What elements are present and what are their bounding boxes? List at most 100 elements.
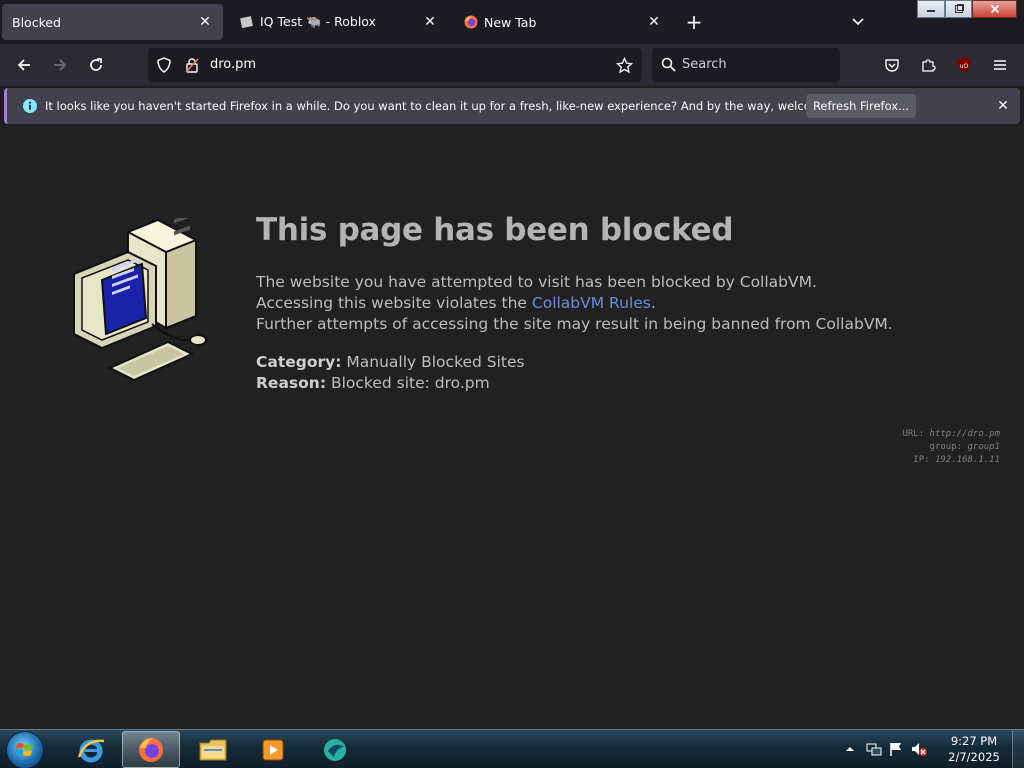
debug-group-value: group1: [967, 442, 1000, 452]
tab-title: New Tab: [484, 14, 537, 30]
start-button[interactable]: [6, 731, 44, 768]
search-icon: [661, 57, 676, 72]
close-notification-icon[interactable]: ✕: [994, 97, 1012, 115]
page-title: This page has been blocked: [256, 212, 734, 248]
tab-title: IQ Test 🐃 - Roblox: [260, 14, 376, 29]
app-icon: [324, 738, 346, 761]
chevron-down-icon: [852, 18, 864, 26]
address-bar[interactable]: dro.pm: [148, 48, 642, 82]
explanation-line-2: Accessing this website violates the Coll…: [256, 293, 893, 314]
reload-button[interactable]: [83, 52, 109, 78]
info-icon: [23, 99, 37, 113]
debug-group-label: group:: [929, 442, 968, 452]
computer-illustration: [73, 218, 207, 382]
clock-date: 2/7/2025: [948, 750, 1000, 764]
ublock-origin-icon: uO: [957, 57, 971, 73]
action-center-flag-icon[interactable]: [888, 741, 904, 757]
search-placeholder: Search: [682, 57, 727, 72]
tab-new-tab[interactable]: New Tab ✕: [454, 4, 672, 40]
folder-icon: [199, 739, 227, 760]
minimize-icon: [927, 10, 935, 12]
taskbar-file-explorer[interactable]: [184, 731, 242, 768]
debug-ip-label: IP:: [913, 455, 935, 465]
explanation-line-2-suffix: .: [650, 294, 656, 312]
internet-explorer-icon: [77, 739, 105, 762]
windows-logo-icon: [15, 743, 33, 756]
reason-value: Blocked site: dro.pm: [330, 374, 490, 392]
debug-ip-row: IP: 192.168.1.11: [902, 454, 1000, 467]
reason-row: Reason: Blocked site: dro.pm: [256, 373, 525, 394]
debug-info: URL: http://dro.pm group: group1 IP: 192…: [902, 428, 1000, 467]
network-icon[interactable]: [866, 741, 882, 757]
taskbar-app[interactable]: [306, 731, 364, 768]
explanation-line-2-prefix: Accessing this website violates the: [256, 294, 532, 312]
new-tab-button[interactable]: +: [682, 10, 706, 34]
notification-bar: It looks like you haven't started Firefo…: [4, 88, 1020, 124]
debug-ip-value: 192.168.1.11: [934, 455, 1000, 465]
tab-title: Blocked: [12, 14, 61, 30]
taskbar-clock[interactable]: 9:27 PM 2/7/2025: [942, 733, 1006, 765]
category-row: Category: Manually Blocked Sites: [256, 352, 525, 373]
extensions-button[interactable]: [915, 52, 941, 78]
list-all-tabs-button[interactable]: [846, 10, 870, 34]
search-bar[interactable]: Search: [652, 48, 840, 82]
media-player-icon: [262, 739, 284, 760]
explanation-line-3: Further attempts of accessing the site m…: [256, 315, 893, 333]
maximize-button[interactable]: [945, 0, 972, 18]
collabvm-rules-link[interactable]: CollabVM Rules: [532, 294, 651, 312]
svg-text:uO: uO: [960, 63, 969, 70]
show-hidden-icons-icon[interactable]: [844, 743, 856, 755]
refresh-firefox-button[interactable]: Refresh Firefox...: [806, 94, 916, 118]
close-window-button[interactable]: [972, 0, 1017, 18]
screen: Blocked ✕ IQ Test 🐃 - Roblox ✕ New Tab ✕…: [0, 0, 1024, 768]
system-tray: [844, 730, 928, 768]
forward-button[interactable]: [47, 52, 73, 78]
arrow-right-icon: [54, 59, 67, 71]
tab-strip: Blocked ✕ IQ Test 🐃 - Roblox ✕ New Tab ✕…: [0, 0, 1024, 44]
window-controls: [917, 0, 1017, 18]
category-label: Category:: [256, 353, 342, 371]
hamburger-menu-icon: [994, 60, 1006, 70]
clock-time: 9:27 PM: [950, 734, 998, 748]
volume-muted-icon[interactable]: [910, 741, 928, 757]
page-icon: [240, 16, 253, 29]
star-icon[interactable]: [616, 57, 633, 74]
show-desktop-button[interactable]: [1012, 730, 1024, 768]
reason-label: Reason:: [256, 374, 327, 392]
close-tab-icon[interactable]: ✕: [197, 14, 213, 30]
pocket-icon: [885, 59, 899, 72]
firefox-icon: [464, 15, 478, 29]
notification-message: It looks like you haven't started Firefo…: [45, 99, 865, 113]
arrow-left-icon: [17, 59, 30, 71]
debug-url-row: URL: http://dro.pm: [902, 428, 1000, 441]
category-value: Manually Blocked Sites: [346, 353, 525, 371]
taskbar-firefox[interactable]: [122, 731, 180, 768]
navigation-toolbar: dro.pm Search uO: [0, 44, 1024, 86]
ublock-button[interactable]: uO: [951, 52, 977, 78]
url-text: dro.pm: [210, 57, 257, 72]
explanation-line-1: The website you have attempted to visit …: [256, 273, 817, 291]
minimize-button[interactable]: [917, 0, 945, 18]
taskbar: 9:27 PM 2/7/2025: [0, 729, 1024, 768]
tab-roblox[interactable]: IQ Test 🐃 - Roblox ✕: [230, 4, 448, 40]
debug-url-label: URL:: [902, 429, 930, 439]
pocket-button[interactable]: [879, 52, 905, 78]
debug-group-row: group: group1: [902, 441, 1000, 454]
debug-url-value: http://dro.pm: [929, 429, 1000, 439]
shield-icon[interactable]: [156, 57, 172, 73]
maximize-icon: [954, 4, 964, 13]
tab-blocked[interactable]: Blocked ✕: [2, 4, 223, 40]
block-explanation: The website you have attempted to visit …: [256, 272, 893, 335]
page-content: This page has been blocked The website y…: [0, 126, 1024, 729]
taskbar-internet-explorer[interactable]: [62, 731, 120, 768]
close-icon: [990, 4, 999, 14]
block-details: Category: Manually Blocked Sites Reason:…: [256, 352, 525, 394]
app-menu-button[interactable]: [987, 52, 1013, 78]
lock-warning-icon[interactable]: [184, 57, 200, 73]
close-tab-icon[interactable]: ✕: [646, 14, 662, 30]
close-tab-icon[interactable]: ✕: [422, 14, 438, 30]
taskbar-media-player[interactable]: [244, 731, 302, 768]
reload-icon: [90, 58, 102, 71]
firefox-icon: [139, 737, 163, 762]
back-button[interactable]: [11, 52, 37, 78]
